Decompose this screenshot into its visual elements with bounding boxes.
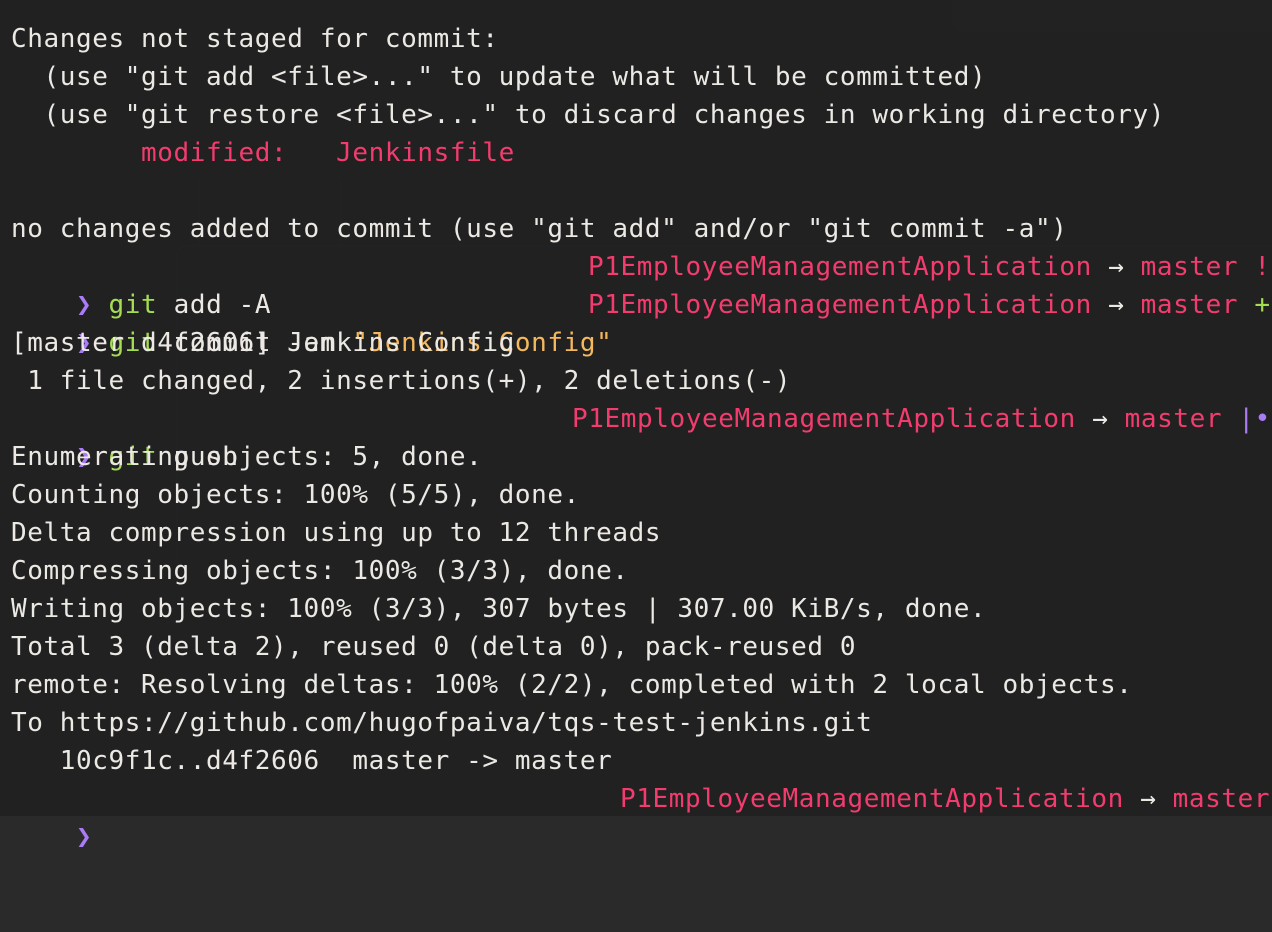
branch-name: master (1140, 290, 1239, 320)
push-output-line: Counting objects: 100% (5/5), done. (11, 480, 580, 510)
branch-name: master (1140, 252, 1239, 282)
branch-name: master (1172, 784, 1271, 814)
repo-name: P1EmployeeManagementApplication (572, 404, 1076, 434)
branch-arrow-icon: → (1091, 252, 1141, 282)
push-output-line: Writing objects: 100% (3/3), 307 bytes |… (11, 594, 987, 624)
push-output-line: Enumerating objects: 5, done. (11, 442, 483, 472)
repo-name: P1EmployeeManagementApplication (588, 290, 1092, 320)
repo-name: P1EmployeeManagementApplication (620, 784, 1124, 814)
commit-stats: 1 file changed, 2 insertions(+), 2 delet… (11, 366, 792, 396)
command-line-push: ❯ git push P1EmployeeManagementApplicati… (11, 400, 1272, 472)
repo-name: P1EmployeeManagementApplication (588, 252, 1092, 282)
push-output-line: Total 3 (delta 2), reused 0 (delta 0), p… (11, 632, 857, 662)
commit-result: [master d4f2606] Jenkins Config (11, 328, 515, 358)
command-line-commit: ❯ git commit -am "Jenkins Config" P1Empl… (11, 286, 1272, 358)
branch-name: master (1124, 404, 1223, 434)
staged-marker: + (1238, 290, 1271, 320)
branch-arrow-icon: → (1123, 784, 1173, 814)
push-output-line: To https://github.com/hugofpaiva/tqs-tes… (11, 708, 873, 738)
hint-git-add: (use "git add <file>..." to update what … (11, 62, 987, 92)
ahead-marker: |• (1222, 404, 1271, 434)
status-segment: P1EmployeeManagementApplication → master… (588, 286, 1271, 324)
push-output-line: remote: Resolving deltas: 100% (2/2), co… (11, 670, 1133, 700)
prompt-chevron-icon: ❯ (76, 822, 93, 852)
status-segment: P1EmployeeManagementApplication → master (620, 780, 1270, 818)
dirty-marker: ! (1238, 252, 1271, 282)
branch-arrow-icon: → (1091, 290, 1141, 320)
status-segment: P1EmployeeManagementApplication → master… (588, 248, 1271, 286)
push-output-line: Delta compression using up to 12 threads (11, 518, 662, 548)
unstaged-header: Changes not staged for commit: (11, 24, 499, 54)
no-changes-message: no changes added to commit (use "git add… (11, 214, 1068, 244)
command-line-current[interactable]: ❯ P1EmployeeManagementApplication → mast… (11, 780, 1272, 852)
push-output-line: Compressing objects: 100% (3/3), done. (11, 556, 629, 586)
push-output-line: 10c9f1c..d4f2606 master -> master (11, 746, 613, 776)
modified-file: modified: Jenkinsfile (11, 138, 515, 168)
status-segment: P1EmployeeManagementApplication → master… (572, 400, 1271, 438)
command-line-add: ❯ git add -A P1EmployeeManagementApplica… (11, 248, 1272, 320)
terminal-window[interactable]: Changes not staged for commit: (use "git… (0, 0, 1272, 852)
hint-git-restore: (use "git restore <file>..." to discard … (11, 100, 1165, 130)
branch-arrow-icon: → (1075, 404, 1125, 434)
